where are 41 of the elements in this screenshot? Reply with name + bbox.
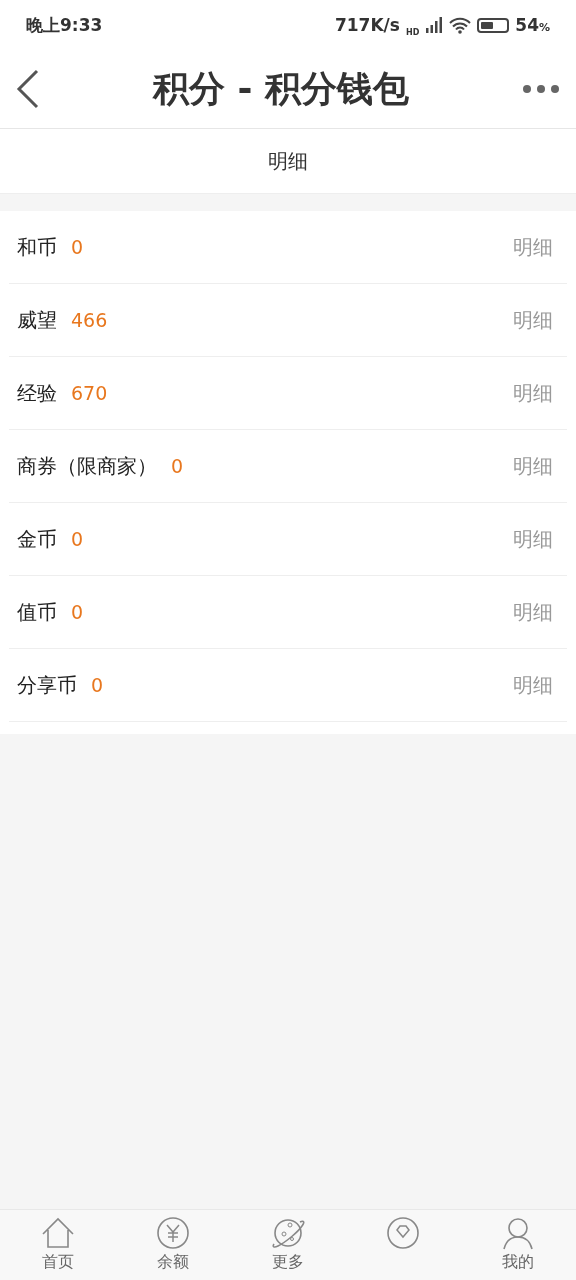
points-type-label: 威望 <box>17 306 57 334</box>
points-type-label: 分享币 <box>17 671 77 699</box>
planet-icon <box>270 1216 306 1250</box>
yen-icon <box>154 1216 191 1250</box>
points-value: 670 <box>71 382 109 404</box>
nav-item[interactable]: 我的 <box>460 1210 576 1280</box>
points-value: 0 <box>71 601 85 623</box>
points-type-label: 经验 <box>17 379 57 407</box>
points-type-label: 商券（限商家） <box>17 452 157 480</box>
back-button[interactable] <box>16 69 40 109</box>
points-value: 0 <box>171 455 185 477</box>
detail-link[interactable]: 明细 <box>513 452 553 480</box>
detail-link[interactable]: 明细 <box>513 379 553 407</box>
points-type-label: 和币 <box>17 233 57 261</box>
detail-link[interactable]: 明细 <box>513 306 553 334</box>
points-value: 0 <box>71 236 85 258</box>
nav-item[interactable]: 余额 <box>115 1210 231 1280</box>
battery-percent: 54% <box>515 15 550 35</box>
detail-link[interactable]: 明细 <box>513 671 553 699</box>
detail-tab[interactable]: 明细 <box>268 147 308 175</box>
points-type-label: 值币 <box>17 598 57 626</box>
nav-item[interactable]: 更多 <box>230 1210 346 1280</box>
page-title: 积分 - 积分钱包 <box>151 66 410 111</box>
gem-icon <box>385 1216 422 1250</box>
more-button[interactable] <box>522 84 560 94</box>
nav-item[interactable]: 首页 <box>0 1210 116 1280</box>
battery-icon <box>477 17 510 33</box>
points-value: 0 <box>71 528 85 550</box>
detail-link[interactable]: 明细 <box>513 525 553 553</box>
more-icon <box>522 84 560 94</box>
network-speed: 717K/s <box>334 15 400 35</box>
detail-link[interactable]: 明细 <box>513 233 553 261</box>
detail-link[interactable]: 明细 <box>513 598 553 626</box>
network-type: HD <box>405 27 420 37</box>
points-type-label: 金币 <box>17 525 57 553</box>
back-icon <box>16 69 40 109</box>
points-value: 466 <box>71 309 109 331</box>
wifi-icon <box>449 16 472 34</box>
clock-time: 晚上9:33 <box>26 13 103 37</box>
signal-icon <box>425 17 444 33</box>
points-value: 0 <box>91 674 105 696</box>
